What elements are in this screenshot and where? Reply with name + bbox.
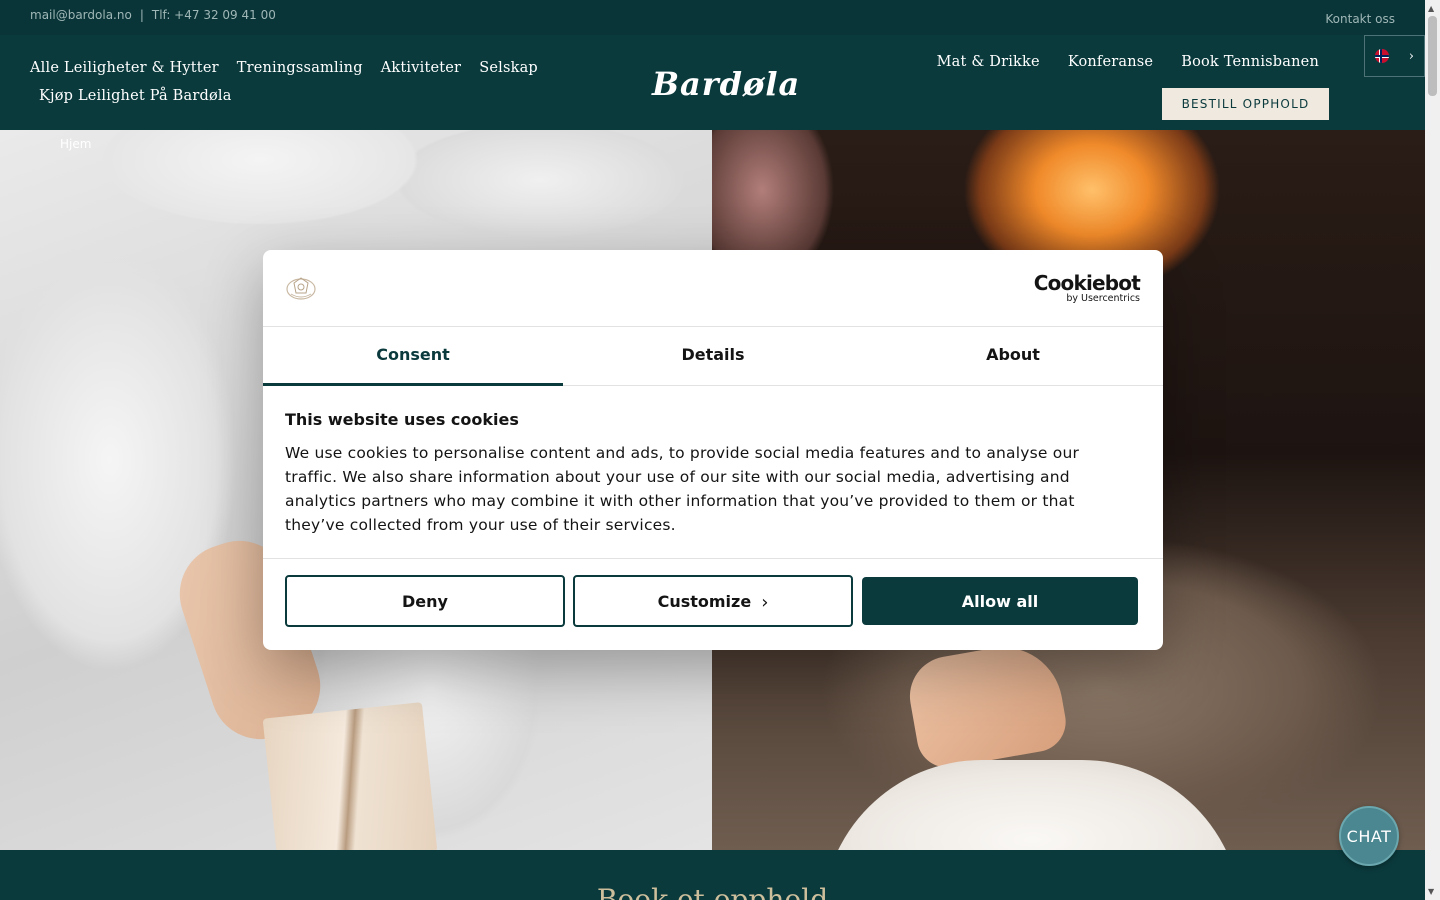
customize-button[interactable]: Customize › bbox=[573, 575, 853, 627]
book-shape bbox=[262, 702, 438, 850]
site-logo[interactable]: Bardøla bbox=[652, 65, 800, 103]
cookiebot-logo[interactable]: Cookiebot by Usercentrics bbox=[1033, 271, 1141, 304]
tab-consent[interactable]: Consent bbox=[263, 327, 563, 386]
chevron-right-icon: › bbox=[1408, 48, 1414, 64]
contact-us-link[interactable]: Kontakt oss bbox=[1325, 12, 1395, 26]
main-navigation: Alle Leiligheter & Hytter Treningssamlin… bbox=[0, 35, 1425, 130]
dialog-heading: This website uses cookies bbox=[285, 410, 519, 429]
uk-flag-icon bbox=[1375, 49, 1389, 63]
booking-section: Book et opphold bbox=[0, 850, 1425, 900]
breadcrumb-home[interactable]: Hjem bbox=[60, 137, 91, 151]
knit-sweater-shape bbox=[822, 760, 1242, 850]
dialog-tabs: Consent Details About bbox=[263, 327, 1163, 386]
nav-item-activities[interactable]: Aktiviteter bbox=[381, 60, 462, 76]
deny-button[interactable]: Deny bbox=[285, 575, 565, 627]
nav-item-party[interactable]: Selskap bbox=[479, 60, 538, 76]
dialog-footer: Deny Customize › Allow all bbox=[263, 558, 1163, 650]
customize-label: Customize bbox=[657, 591, 752, 611]
language-selector[interactable]: › bbox=[1364, 35, 1425, 77]
dialog-header: Cookiebot by Usercentrics bbox=[263, 250, 1163, 327]
page-scrollbar[interactable]: ▲ ▼ bbox=[1425, 0, 1440, 900]
nav-item-apartments[interactable]: Alle Leiligheter & Hytter bbox=[30, 60, 219, 76]
deny-label: Deny bbox=[402, 591, 448, 611]
separator: | bbox=[139, 8, 144, 22]
scroll-down-arrow-icon[interactable]: ▼ bbox=[1428, 887, 1434, 896]
nav-item-tennis[interactable]: Book Tennisbanen bbox=[1181, 54, 1319, 70]
email-link[interactable]: mail@bardola.no bbox=[30, 8, 132, 22]
dialog-body: This website uses cookies We use cookies… bbox=[285, 410, 1115, 537]
scrollbar-thumb[interactable] bbox=[1428, 16, 1437, 96]
phone-link[interactable]: Tlf: +47 32 09 41 00 bbox=[152, 8, 276, 22]
scroll-up-arrow-icon[interactable]: ▲ bbox=[1428, 4, 1434, 13]
nav-item-conference[interactable]: Konferanse bbox=[1068, 54, 1153, 70]
allow-all-label: Allow all bbox=[961, 591, 1039, 611]
booking-title: Book et opphold bbox=[596, 883, 829, 900]
nav-item-food-drink[interactable]: Mat & Drikke bbox=[937, 54, 1040, 70]
nav-right-group: Mat & Drikke Konferanse Book Tennisbanen bbox=[937, 54, 1319, 70]
nav-left-group: Alle Leiligheter & Hytter Treningssamlin… bbox=[30, 60, 538, 76]
bardola-crest-icon bbox=[286, 277, 316, 300]
cookiebot-sub: by Usercentrics bbox=[1066, 293, 1140, 304]
book-stay-button[interactable]: BESTILL OPPHOLD bbox=[1162, 88, 1329, 120]
hand-shape bbox=[903, 637, 1071, 773]
cookiebot-brand: Cookiebot bbox=[1033, 271, 1141, 295]
tab-about[interactable]: About bbox=[863, 327, 1163, 385]
top-bar: mail@bardola.no | Tlf: +47 32 09 41 00 K… bbox=[0, 0, 1425, 35]
contact-info: mail@bardola.no | Tlf: +47 32 09 41 00 bbox=[30, 8, 276, 22]
nav-item-buy-apartment[interactable]: Kjøp Leilighet På Bardøla bbox=[39, 88, 232, 104]
tab-details[interactable]: Details bbox=[563, 327, 863, 385]
chat-button[interactable]: CHAT bbox=[1339, 806, 1399, 866]
cookie-consent-dialog: Cookiebot by Usercentrics Consent Detail… bbox=[263, 250, 1163, 650]
chevron-right-icon: › bbox=[761, 591, 769, 613]
allow-all-button[interactable]: Allow all bbox=[862, 577, 1138, 625]
dialog-text: We use cookies to personalise content an… bbox=[285, 444, 1080, 534]
nav-item-training[interactable]: Treningssamling bbox=[237, 60, 363, 76]
